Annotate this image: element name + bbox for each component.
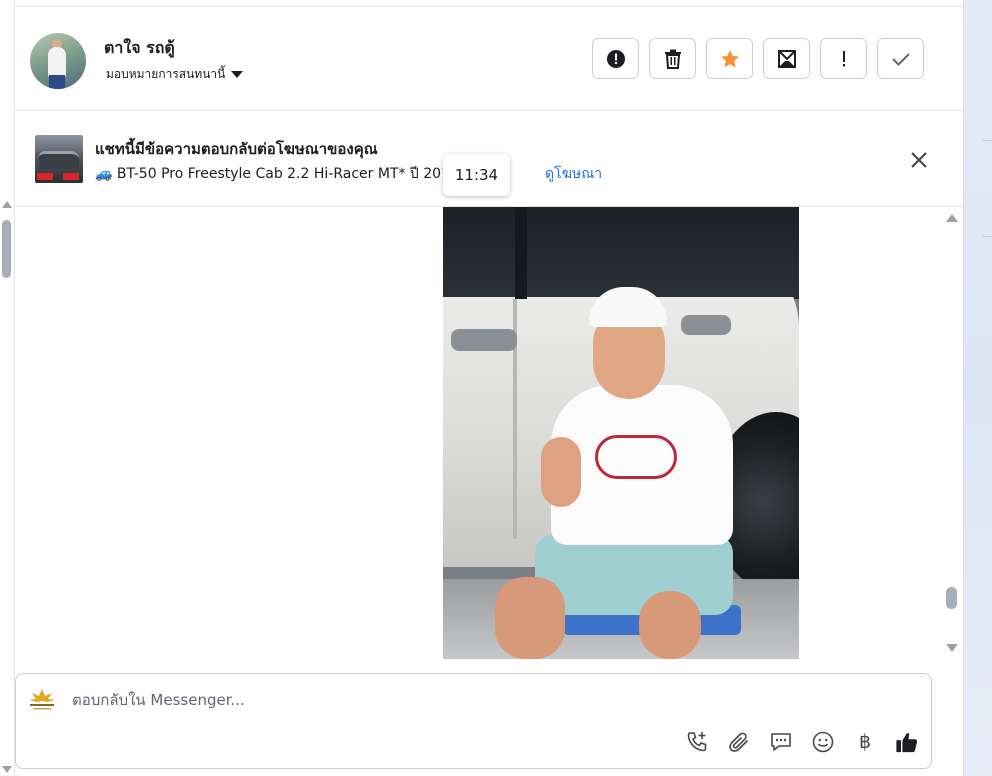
payment-button[interactable]: ฿ [853,730,877,754]
reply-composer: ฿ [15,673,932,769]
spam-button[interactable] [592,38,639,79]
phone-plus-icon [687,732,707,752]
message-scrollbar[interactable] [945,207,959,662]
star-icon [720,49,739,67]
saved-replies-button[interactable] [769,730,793,754]
composer-toolbar: ฿ [685,730,919,754]
message-image[interactable] [443,207,799,659]
outer-scrollbar[interactable] [0,0,15,776]
message-list [15,207,963,662]
ad-thumbnail[interactable] [35,135,83,183]
paperclip-icon [729,732,748,752]
alert-circle-icon [606,49,625,68]
message-timestamp-tooltip: 11:34 [443,154,510,196]
exclamation-icon [842,50,845,66]
scrollbar-thumb[interactable] [946,587,957,609]
scrollbar-thumb[interactable] [2,220,11,278]
archive-mail-icon [777,49,796,68]
scroll-down-arrow-icon[interactable] [2,766,12,773]
assign-label: มอบหมายการสนทนานี้ [106,67,226,81]
call-button[interactable] [685,730,709,754]
scroll-down-arrow-icon[interactable] [946,644,958,652]
thumbs-up-icon [896,733,918,753]
action-toolbar [592,38,924,79]
chat-bubble-icon [771,733,791,751]
smiley-icon [812,731,834,753]
page-logo-icon [29,689,55,710]
assign-conversation-dropdown[interactable]: มอบหมายการสนทนานี้ [106,65,244,84]
archive-button[interactable] [763,38,810,79]
app-root: ตาใจ รถตู้ มอบหมายการสนทนานี้ แชทนี้มีข้… [0,0,992,776]
background-window-edge [963,0,992,776]
scroll-up-arrow-icon[interactable] [2,201,12,208]
emoji-button[interactable] [811,730,835,754]
reply-input[interactable] [72,688,772,712]
follow-up-button[interactable] [820,38,867,79]
scroll-up-arrow-icon[interactable] [946,214,958,222]
avatar[interactable] [30,33,86,89]
caret-down-icon [231,71,244,78]
like-button[interactable] [895,730,919,754]
ad-banner-title: แชทนี้มีข้อความตอบกลับต่อโฆษณาของคุณ [95,140,378,158]
view-ad-link[interactable]: ดูโฆษณา [545,163,602,185]
delete-button[interactable] [649,38,696,79]
conversation-header: ตาใจ รถตู้ มอบหมายการสนทนานี้ [15,7,963,111]
done-button[interactable] [877,38,924,79]
trash-icon [664,49,681,69]
baht-icon: ฿ [858,731,872,753]
attach-button[interactable] [727,730,751,754]
close-icon[interactable] [908,149,930,171]
checkmark-icon [891,52,910,66]
conversation-panel: ตาใจ รถตู้ มอบหมายการสนทนานี้ แชทนี้มีข้… [15,0,963,776]
star-button[interactable] [706,38,753,79]
contact-name[interactable]: ตาใจ รถตู้ [104,36,175,61]
